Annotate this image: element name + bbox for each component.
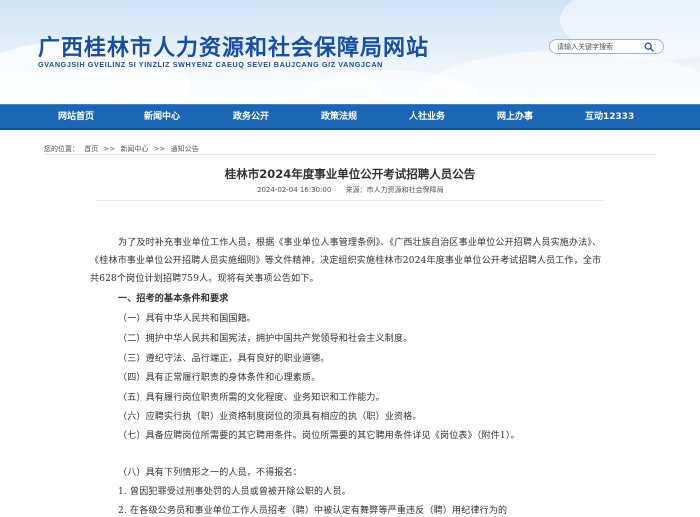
breadcrumb-home[interactable]: 首页 (84, 145, 98, 153)
nav-item-online-services[interactable]: 网上办事 (497, 105, 533, 129)
breadcrumb: 您的位置： 首页 >> 新闻中心 >> 通知公告 (44, 144, 202, 154)
site-title[interactable]: 广西桂林市人力资源和社会保障局网站 (38, 30, 429, 62)
section-heading: 一、招考的基本条件和要求 (118, 294, 229, 304)
nav-item-news[interactable]: 新闻中心 (144, 105, 180, 129)
article-paragraph: （二）拥护中华人民共和国宪法，拥护中国共产党领导和社会主义制度。 (118, 334, 413, 344)
article-meta: 2024-02-04 16:30:00 来源：市人力资源和社会保障局 (257, 185, 444, 195)
article-source-label: 来源： (345, 186, 367, 194)
article-paragraph: 为了及时补充事业单位工作人员，根据《事业单位人事管理条例》、《广西壮族自治区事业… (90, 238, 602, 284)
article-paragraph: （六）应聘实行执（职）业资格制度岗位的须具有相应的执（职）业资格。 (118, 412, 422, 422)
article-paragraph: （七）具备应聘岗位所需要的其它聘用条件。岗位所需要的其它聘用条件详见《岗位表》（… (118, 431, 520, 441)
nav-item-hr-services[interactable]: 人社业务 (409, 105, 445, 129)
nav-item-12333[interactable]: 互动12333 (585, 105, 634, 129)
nav-item-gov-affairs[interactable]: 政务公开 (233, 105, 269, 129)
search-box (549, 39, 664, 54)
breadcrumb-label: 您的位置： (44, 145, 79, 153)
breadcrumb-notices[interactable]: 通知公告 (171, 145, 199, 153)
nav-item-policy[interactable]: 政策法规 (321, 105, 357, 129)
article-paragraph: （一）具有中华人民共和国国籍。 (118, 314, 257, 324)
divider (96, 200, 604, 201)
article-paragraph: （五）具有履行岗位职责所需的文化程度、业务知识和工作能力。 (118, 393, 385, 403)
article-paragraph: 1. 曾因犯罪受过刑事处罚的人员或曾被开除公职的人员。 (118, 487, 351, 497)
main-nav: 网站首页 新闻中心 政务公开 政策法规 人社业务 网上办事 互动12333 (0, 104, 700, 130)
article-date: 2024-02-04 16:30:00 (257, 186, 332, 194)
site-subtitle: GVANGJSIH GVEILINZ SI YINZLIZ SWHYENZ CA… (38, 60, 383, 69)
site-header: 广西桂林市人力资源和社会保障局网站 GVANGJSIH GVEILINZ SI … (0, 0, 700, 104)
article-source: 市人力资源和社会保障局 (366, 186, 444, 194)
search-input[interactable] (550, 40, 642, 53)
breadcrumb-separator: >> (103, 145, 116, 153)
article-paragraph: 2. 在各级公务员和事业单位工作人员招考（聘）中被认定有舞弊等严重违反（聘）用纪… (118, 506, 508, 516)
article-paragraph: （三）遵纪守法、品行端正，具有良好的职业道德。 (118, 354, 330, 364)
breadcrumb-separator: >> (153, 145, 166, 153)
article-paragraph: （四）具有正常履行职责的身体条件和心理素质。 (118, 373, 321, 383)
nav-item-home[interactable]: 网站首页 (58, 105, 94, 129)
breadcrumb-news[interactable]: 新闻中心 (120, 145, 148, 153)
article-paragraph: （八）具有下列情形之一的人员，不得报名： (118, 468, 303, 478)
search-icon[interactable] (642, 40, 656, 53)
divider (44, 154, 656, 155)
article-title: 桂林市2024年度事业单位公开考试招聘人员公告 (224, 167, 476, 181)
